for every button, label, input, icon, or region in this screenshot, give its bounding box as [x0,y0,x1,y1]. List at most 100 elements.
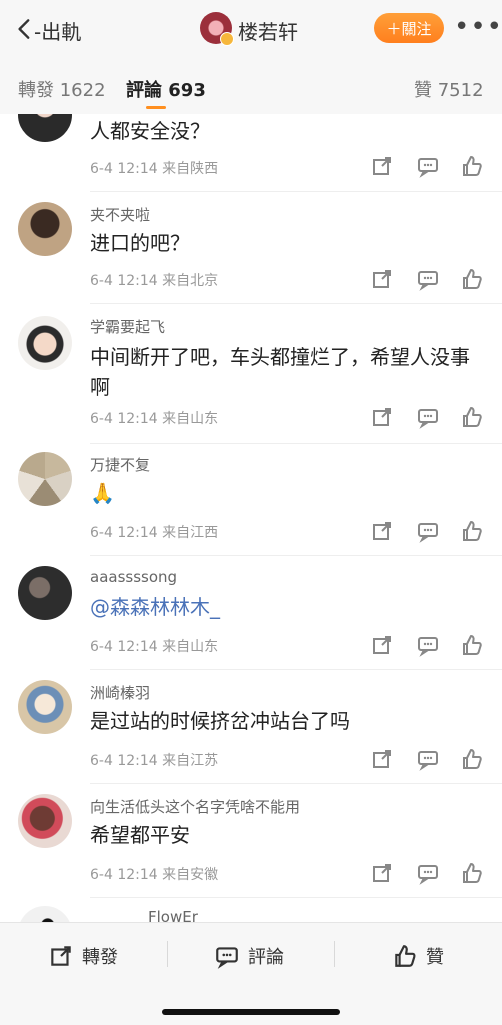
share-icon[interactable] [370,747,394,771]
comment-meta: 6-4 12:14 来自北京 [90,270,218,290]
comment-avatar[interactable] [18,680,72,734]
comment-text: 人都安全没？ [90,119,210,143]
thumbs-up-icon[interactable] [460,405,484,429]
comment-username[interactable]: aaassssong [90,568,177,586]
comment-actions [370,154,490,178]
comment-avatar[interactable] [18,202,72,256]
share-icon[interactable] [370,519,394,543]
comment-actions [370,633,490,657]
thumbs-up-icon[interactable] [460,154,484,178]
comment-location: 来自江西 [162,525,219,541]
author-name[interactable]: 楼若轩 [238,16,298,45]
bottom-like-button[interactable]: 贊 [392,941,444,971]
comment-avatar[interactable] [18,906,72,922]
comment-icon [216,947,238,969]
comment-icon[interactable] [416,267,440,291]
comment-date: 6-4 12:14 [90,411,158,427]
comment-avatar[interactable] [18,566,72,620]
home-indicator [162,1009,340,1015]
comment-icon[interactable] [416,633,440,657]
comment-icon[interactable] [416,747,440,771]
comment-date: 6-4 12:14 [90,753,158,769]
comment-date: 6-4 12:14 [90,639,158,655]
comment-location: 来自安徽 [162,867,219,883]
bottom-separator [167,941,168,967]
comment-username[interactable]: 学霸要起飞 [90,316,165,337]
comment-username[interactable]: 向生活低头这个名字凭啥不能用 [90,796,300,817]
comment-date: 6-4 12:14 [90,161,158,177]
comment-username[interactable]: 万捷不复 [90,454,150,475]
comment-icon[interactable] [416,405,440,429]
divider [90,897,502,898]
divider [90,443,502,444]
comment-date: 6-4 12:14 [90,867,158,883]
author-avatar[interactable] [200,12,234,46]
bottom-repost-button[interactable]: 轉發 [48,941,118,971]
back-title[interactable]: -出軌 [34,16,81,45]
comment-username[interactable]: FlowEr [148,908,198,922]
more-options-icon[interactable]: ••• [454,12,502,42]
comment-meta: 6-4 12:14 来自江西 [90,522,218,542]
thumbs-up-icon[interactable] [460,747,484,771]
comment-text: 🙏 [90,481,115,505]
bottom-like-label: 贊 [426,947,444,968]
divider [90,555,502,556]
comment-actions [370,519,490,543]
comment-avatar[interactable] [18,452,72,506]
comment-actions [370,861,490,885]
share-icon[interactable] [370,154,394,178]
share-icon [51,946,71,966]
follow-button[interactable]: ＋關注 [374,13,444,43]
thumbs-up-icon[interactable] [460,861,484,885]
comment-username[interactable]: 洲崎榛羽 [90,682,150,703]
comment-mention-link[interactable]: @森森林林木_ [90,592,480,622]
comment-meta: 6-4 12:14 来自安徽 [90,864,218,884]
comment-text: 希望都平安 [90,823,190,847]
comment-icon[interactable] [416,861,440,885]
comment-list: 人都安全没？ 6-4 12:14 来自陕西 夹不夹啦 进口的吧？ 6-4 12:… [0,114,502,922]
comment-meta: 6-4 12:14 来自陕西 [90,158,218,178]
divider [90,303,502,304]
thumbs-up-icon[interactable] [460,519,484,543]
share-icon[interactable] [370,861,394,885]
comment-actions [370,747,490,771]
share-icon[interactable] [370,633,394,657]
bottom-repost-label: 轉發 [82,947,118,968]
thumbs-up-icon[interactable] [460,267,484,291]
comment-avatar[interactable] [18,794,72,848]
comment-avatar[interactable] [18,114,72,142]
comment-location: 来自山东 [162,411,219,427]
thumbs-up-icon[interactable] [460,633,484,657]
verified-badge-icon [220,32,234,46]
comment-meta: 6-4 12:14 来自山东 [90,636,218,656]
comment-location: 来自山东 [162,639,219,655]
share-icon[interactable] [370,405,394,429]
thumbs-up-icon [395,945,416,967]
tabs-bar: 轉發 1622 評論 693 贊 7512 [0,58,502,115]
comment-date: 6-4 12:14 [90,273,158,289]
comment-text: 是过站的时候挤岔冲站台了吗 [90,709,350,733]
comment-text: 进口的吧？ [90,231,190,255]
divider [90,669,502,670]
comment-actions [370,405,490,429]
bottom-comment-label: 評論 [248,947,284,968]
comment-icon[interactable] [416,519,440,543]
comment-username[interactable]: 夹不夹啦 [90,204,150,225]
bottom-comment-button[interactable]: 評論 [214,941,284,971]
share-icon[interactable] [370,267,394,291]
comment-location: 来自陕西 [162,161,219,177]
comment-avatar[interactable] [18,316,72,370]
comment-text: 中间断开了吧，车头都撞烂了，希望人没事啊 [90,345,470,399]
top-bar: -出軌 楼若轩 ＋關注 ••• [0,0,502,58]
tab-comment[interactable]: 評論 693 [126,76,206,102]
tab-repost[interactable]: 轉發 1622 [18,76,106,102]
comment-actions [370,267,490,291]
divider [90,191,502,192]
comment-icon[interactable] [416,154,440,178]
tab-like[interactable]: 贊 7512 [414,76,484,102]
comment-meta: 6-4 12:14 来自山东 [90,408,218,428]
comment-location: 来自北京 [162,273,219,289]
comment-date: 6-4 12:14 [90,525,158,541]
divider [90,783,502,784]
comment-location: 来自江苏 [162,753,219,769]
